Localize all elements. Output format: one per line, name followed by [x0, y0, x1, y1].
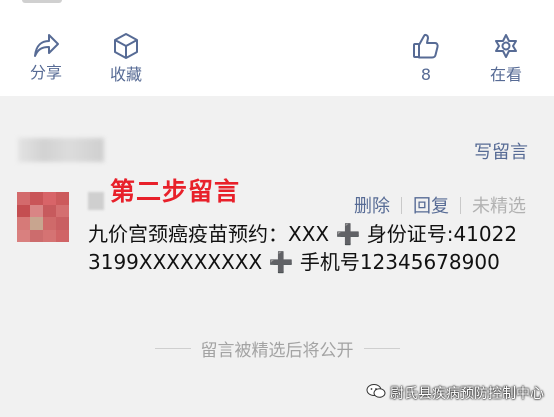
divider-left: [154, 348, 191, 349]
favorite-button[interactable]: 收藏: [104, 32, 148, 85]
like-button[interactable]: 8: [404, 32, 448, 85]
share-label: 分享: [29, 63, 62, 82]
notice-text: 留言被精选后将公开: [200, 341, 354, 361]
watermark-text: 尉氏县疾病预防控制中心: [390, 386, 544, 402]
blurred-nickname: [88, 192, 104, 210]
step-annotation: 第二步留言: [110, 177, 241, 206]
divider: [460, 196, 461, 214]
looking-label: 在看: [489, 65, 522, 84]
blurred-username: [18, 138, 104, 162]
article-action-bar: 分享 收藏 8 在看: [0, 0, 554, 96]
write-comment-link[interactable]: 写留言: [474, 138, 528, 164]
comment-operations: 删除 回复 未精选: [354, 192, 526, 218]
reply-button[interactable]: 回复: [413, 192, 449, 218]
share-icon: [32, 32, 60, 58]
favorite-label: 收藏: [109, 65, 142, 84]
thumbs-up-icon: [412, 32, 440, 60]
flower-icon: [492, 32, 520, 60]
featured-notice: 留言被精选后将公开: [0, 336, 554, 361]
watermark: 尉氏县疾病预防控制中心: [366, 383, 544, 403]
wechat-icon: [366, 383, 386, 403]
divider-right: [363, 348, 400, 349]
like-count: 8: [420, 65, 432, 84]
share-button[interactable]: 分享: [24, 32, 68, 83]
delete-button[interactable]: 删除: [354, 192, 390, 218]
scroll-edge: [22, 0, 62, 3]
featured-status: 未精选: [472, 196, 526, 217]
cube-icon: [112, 32, 140, 60]
comment-text: 九价宫颈癌疫苗预约：XXX ➕ 身份证号:410223199XXXXXXXXX …: [88, 222, 518, 274]
avatar: [17, 192, 69, 242]
looking-button[interactable]: 在看: [484, 32, 528, 85]
divider: [401, 196, 402, 214]
